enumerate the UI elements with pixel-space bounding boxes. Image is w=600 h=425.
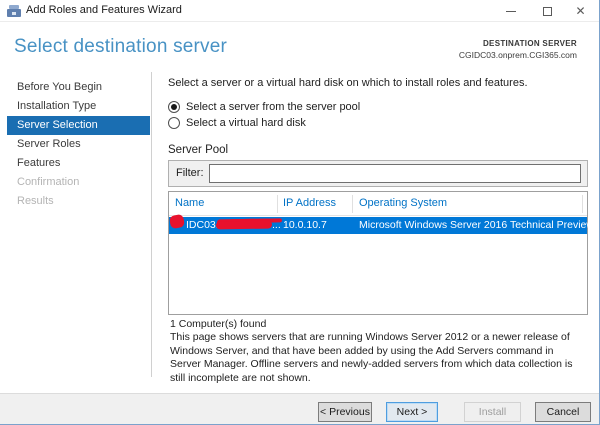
radio-selected-icon [168,101,180,113]
minimize-icon [505,10,516,12]
footer-bar: < Previous Next > Install Cancel [0,393,599,424]
destination-server-label: DESTINATION SERVER [482,39,577,48]
column-header-name[interactable]: Name [175,197,204,209]
destination-server-value: CGIDC03.onprem.CGI365.com [458,50,577,60]
table-header-row: Name IP Address Operating System [169,192,587,216]
sidebar-item-confirmation: Confirmation [17,176,80,188]
close-icon: ✕ [575,4,586,18]
filter-label: Filter: [176,167,204,179]
server-os-cell: Microsoft Windows Server 2016 Technical … [359,219,600,231]
radio-select-server-pool[interactable]: Select a server from the server pool [168,101,360,113]
computers-found-count: 1 Computer(s) found [170,318,267,330]
minimize-button[interactable] [495,0,526,22]
wizard-steps-sidebar: Before You Begin Installation Type Serve… [0,78,151,211]
sidebar-item-server-selection[interactable]: Server Selection [7,116,150,135]
radio-server-pool-label: Select a server from the server pool [186,101,361,113]
page-title: Select destination server [14,36,228,57]
cancel-button[interactable]: Cancel [535,402,591,422]
filter-input[interactable] [209,164,581,183]
sidebar-item-server-roles[interactable]: Server Roles [7,135,150,154]
server-name-text: IDC03. [186,219,219,231]
install-button: Install [464,402,521,422]
server-pool-section-label: Server Pool [168,144,229,156]
title-bar: Add Roles and Features Wizard ✕ [0,0,599,22]
maximize-icon [543,6,552,16]
intro-text: Select a server or a virtual hard disk o… [168,77,528,89]
window-title: Add Roles and Features Wizard [26,4,182,16]
redaction-mark-icon [215,220,273,230]
column-separator [352,195,353,213]
column-separator [277,195,278,213]
server-ip-cell: 10.0.10.7 [283,219,327,231]
sidebar-item-installation-type[interactable]: Installation Type [7,97,150,116]
sidebar-item-before-you-begin[interactable]: Before You Begin [7,78,150,97]
column-header-ip-address[interactable]: IP Address [283,197,336,209]
server-pool-table: Name IP Address Operating System IDC03. … [168,191,599,315]
close-button[interactable]: ✕ [565,0,596,22]
radio-select-vhd[interactable]: Select a virtual hard disk [168,117,306,129]
radio-unselected-icon [168,117,180,129]
server-name-ellipsis: ... [272,219,281,231]
redaction-mark-icon [168,213,186,230]
column-separator [582,195,583,213]
next-button[interactable]: Next > [386,402,438,422]
pane-divider [151,72,152,377]
server-row-selected[interactable]: IDC03. ... 10.0.10.7 Microsoft Windows S… [168,213,599,234]
destination-server-block: DESTINATION SERVER CGIDC03.onprem.CGI365… [459,39,577,60]
maximize-button[interactable] [532,0,563,22]
page-description: This page shows servers that are running… [170,331,573,384]
filter-strip: Filter: [168,160,588,187]
column-header-operating-system[interactable]: Operating System [359,197,447,209]
radio-vhd-label: Select a virtual hard disk [186,117,306,129]
previous-button[interactable]: < Previous [318,402,372,422]
wizard-window: Add Roles and Features Wizard ✕ Select d… [0,0,600,425]
wizard-icon [7,5,21,17]
sidebar-item-features[interactable]: Features [7,154,150,173]
sidebar-item-results: Results [17,195,54,207]
